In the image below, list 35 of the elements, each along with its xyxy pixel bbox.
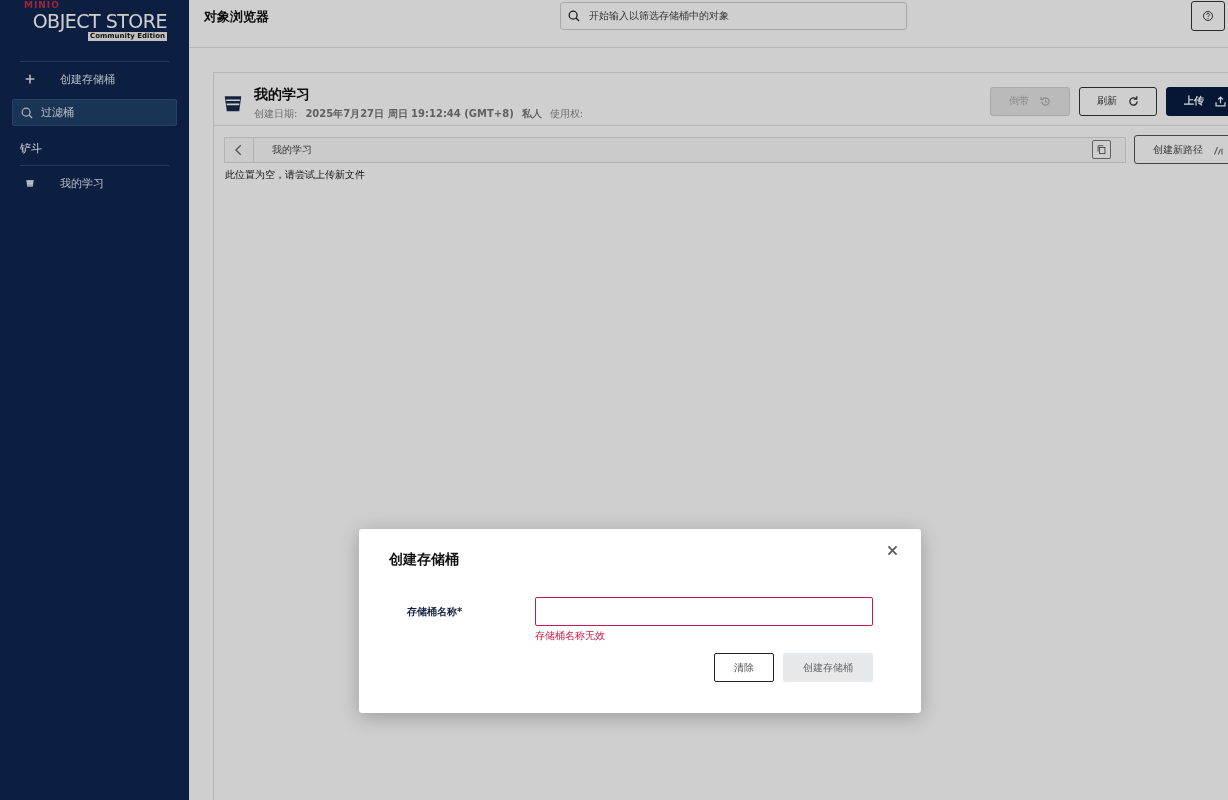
brand-logo-text: MINIO: [24, 1, 60, 10]
bucket-name-field[interactable]: [535, 597, 873, 626]
search-icon: [567, 8, 581, 23]
copy-path-button[interactable]: [1092, 140, 1112, 159]
history-icon: [1038, 94, 1052, 108]
upload-button[interactable]: 上传: [1166, 86, 1228, 116]
usage-label: 使用权:: [549, 106, 584, 121]
created-date: 2025年7月27日 周日 19:12:44 (GMT+8): [305, 106, 514, 121]
product-name: OBJECT STORE: [32, 10, 167, 32]
page-title: 对象浏览器: [204, 7, 270, 26]
bucket-icon: [25, 178, 35, 188]
bucket-name: 我的学习: [254, 85, 311, 104]
bucket-item[interactable]: 我的学习: [0, 166, 189, 200]
clear-button[interactable]: 清除: [714, 653, 774, 682]
upload-icon: [1213, 94, 1227, 108]
field-label: 存储桶名称*: [407, 605, 464, 619]
dialog-title: 创建存储桶: [389, 551, 459, 569]
copy-icon: [1096, 144, 1108, 155]
close-icon: [886, 544, 899, 557]
create-bucket-link[interactable]: 创建存储桶: [0, 62, 189, 96]
search-field[interactable]: 开始输入以筛选存储桶中的对象: [560, 1, 907, 30]
filter-field[interactable]: 过滤桶: [12, 99, 177, 126]
plus-icon: [23, 72, 37, 86]
access-level: 私人: [521, 106, 542, 121]
created-label: 创建日期:: [254, 106, 298, 121]
refresh-button[interactable]: 刷新: [1079, 86, 1157, 116]
error-message: 存储桶名称无效: [535, 629, 606, 643]
breadcrumb-link[interactable]: 我的学习: [272, 142, 312, 157]
new-path-button[interactable]: 创建新路径: [1134, 135, 1228, 164]
help-icon: [1202, 9, 1214, 22]
help-button[interactable]: [1191, 0, 1225, 31]
empty-message: 此位置为空，请尝试上传新文件: [224, 168, 366, 182]
search-icon: [20, 106, 34, 120]
section-heading: 铲斗: [19, 141, 43, 157]
refresh-icon: [1126, 94, 1140, 108]
